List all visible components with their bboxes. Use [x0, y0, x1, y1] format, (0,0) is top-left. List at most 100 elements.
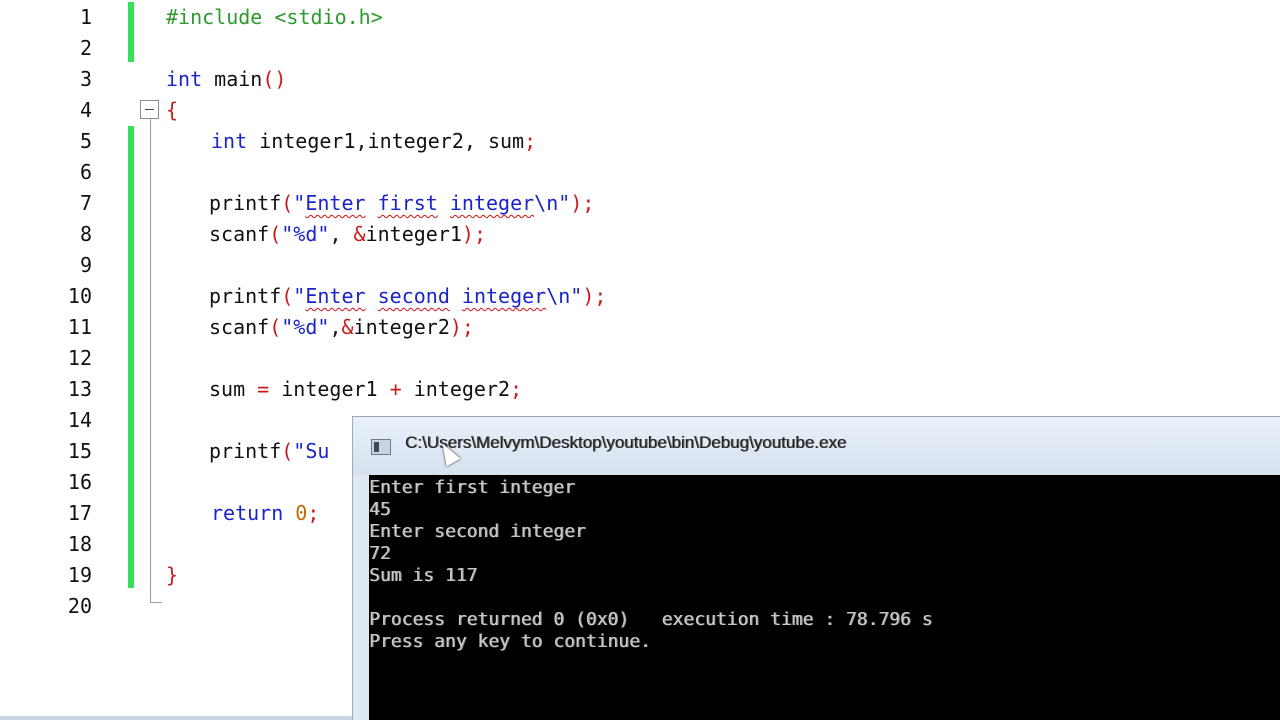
string-quote: " [293, 191, 306, 215]
function-name: printf [209, 284, 282, 308]
console-titlebar[interactable]: C:\Users\Melvym\Desktop\youtube\bin\Debu… [353, 417, 1280, 475]
string-space [438, 191, 450, 215]
open-brace: { [166, 98, 179, 122]
semicolon: ; [510, 377, 523, 401]
console-line: Enter second integer [369, 521, 586, 542]
address-operator: & [341, 315, 354, 339]
line-number: 18 [67, 532, 92, 556]
code-line-19[interactable]: } [166, 560, 178, 591]
fold-guide-line [150, 119, 151, 603]
code-line-11[interactable]: scanf("%d",&integer2); [209, 312, 474, 343]
line-number: 13 [67, 377, 92, 401]
code-line-4[interactable]: { [166, 95, 178, 126]
line-number: 15 [67, 439, 92, 463]
string-space [366, 191, 378, 215]
line-number: 11 [67, 315, 92, 339]
punctuation: ( [281, 439, 294, 463]
code-line-8[interactable]: scanf("%d", &integer1); [209, 219, 486, 250]
function-name: scanf [209, 222, 270, 246]
function-name: printf [209, 191, 282, 215]
punctuation: ); [461, 222, 486, 246]
line-number: 5 [79, 129, 92, 153]
string-literal: "Su [293, 439, 330, 463]
address-operator: & [353, 222, 366, 246]
string-space [366, 284, 378, 308]
console-title: C:\Users\Melvym\Desktop\youtube\bin\Debu… [405, 433, 847, 452]
number-literal: 0 [295, 501, 308, 525]
console-line: Sum is 117 [369, 565, 478, 586]
console-line: Process returned 0 (0x0) execution time … [369, 609, 933, 630]
string-quote: " [570, 284, 583, 308]
line-number: 9 [79, 253, 92, 277]
fold-collapse-icon[interactable] [140, 100, 159, 119]
punctuation: ); [449, 315, 474, 339]
code-line-7[interactable]: printf("Enter first integer\n"); [209, 188, 594, 219]
line-number-gutter: 1 2 3 4 5 6 7 8 9 10 11 12 13 14 15 16 1… [0, 0, 128, 720]
code-line-15[interactable]: printf("Su [209, 436, 329, 467]
string-word: Enter [305, 284, 366, 308]
line-number: 6 [79, 160, 92, 184]
string-quote: " [293, 284, 306, 308]
preprocessor-directive: #include <stdio.h> [166, 5, 383, 29]
separator: , [329, 315, 342, 339]
punctuation: ); [570, 191, 595, 215]
string-word: first [377, 191, 438, 215]
line-number: 14 [67, 408, 92, 432]
separator: , [329, 222, 354, 246]
keyword: int [166, 67, 203, 91]
string-word: Enter [305, 191, 366, 215]
code-line-5[interactable]: int integer1,integer2, sum; [211, 126, 536, 157]
identifier: main [202, 67, 263, 91]
close-brace: } [166, 563, 179, 587]
line-number: 2 [79, 36, 92, 60]
format-string: "%d" [281, 222, 330, 246]
console-line: Enter first integer [369, 477, 575, 498]
string-space [450, 284, 462, 308]
plus-operator: + [389, 377, 402, 401]
code-line-10[interactable]: printf("Enter second integer\n"); [209, 281, 606, 312]
line-number: 17 [67, 501, 92, 525]
line-number: 10 [67, 284, 92, 308]
console-window-icon [371, 439, 391, 455]
console-window[interactable]: C:\Users\Melvym\Desktop\youtube\bin\Debu… [352, 416, 1280, 720]
identifier: sum [209, 377, 258, 401]
line-number: 3 [79, 67, 92, 91]
string-word: integer [449, 191, 535, 215]
console-line: 45 [369, 499, 391, 520]
punctuation: ( [281, 284, 294, 308]
console-line: Press any key to continue. [369, 631, 651, 652]
punctuation: ( [269, 222, 282, 246]
line-number: 19 [67, 563, 92, 587]
console-line: 72 [369, 543, 391, 564]
taskbar-edge [0, 716, 352, 720]
identifier: integer1 [365, 222, 462, 246]
string-word: second [377, 284, 450, 308]
line-number: 8 [79, 222, 92, 246]
fold-end-marker [150, 602, 162, 603]
line-number: 12 [67, 346, 92, 370]
function-name: scanf [209, 315, 270, 339]
identifier: integer2 [353, 315, 450, 339]
assignment-operator: = [257, 377, 270, 401]
line-number: 16 [67, 470, 92, 494]
line-number: 20 [67, 594, 92, 618]
string-quote: " [558, 191, 571, 215]
semicolon: ; [307, 501, 320, 525]
code-line-17[interactable]: return 0; [211, 498, 319, 529]
parentheses: () [262, 67, 287, 91]
string-word: integer [461, 284, 547, 308]
punctuation: ( [269, 315, 282, 339]
punctuation: ); [582, 284, 607, 308]
identifier: integer1,integer2, sum [247, 129, 525, 153]
code-line-13[interactable]: sum = integer1 + integer2; [209, 374, 522, 405]
semicolon: ; [524, 129, 537, 153]
line-number: 1 [79, 5, 92, 29]
code-line-3[interactable]: int main() [166, 64, 286, 95]
code-line-1[interactable]: #include <stdio.h> [166, 2, 383, 33]
console-output-area[interactable]: Enter first integer 45 Enter second inte… [369, 475, 1280, 720]
function-name: printf [209, 439, 282, 463]
punctuation: ( [281, 191, 294, 215]
format-string: "%d" [281, 315, 330, 339]
identifier: integer1 [269, 377, 390, 401]
